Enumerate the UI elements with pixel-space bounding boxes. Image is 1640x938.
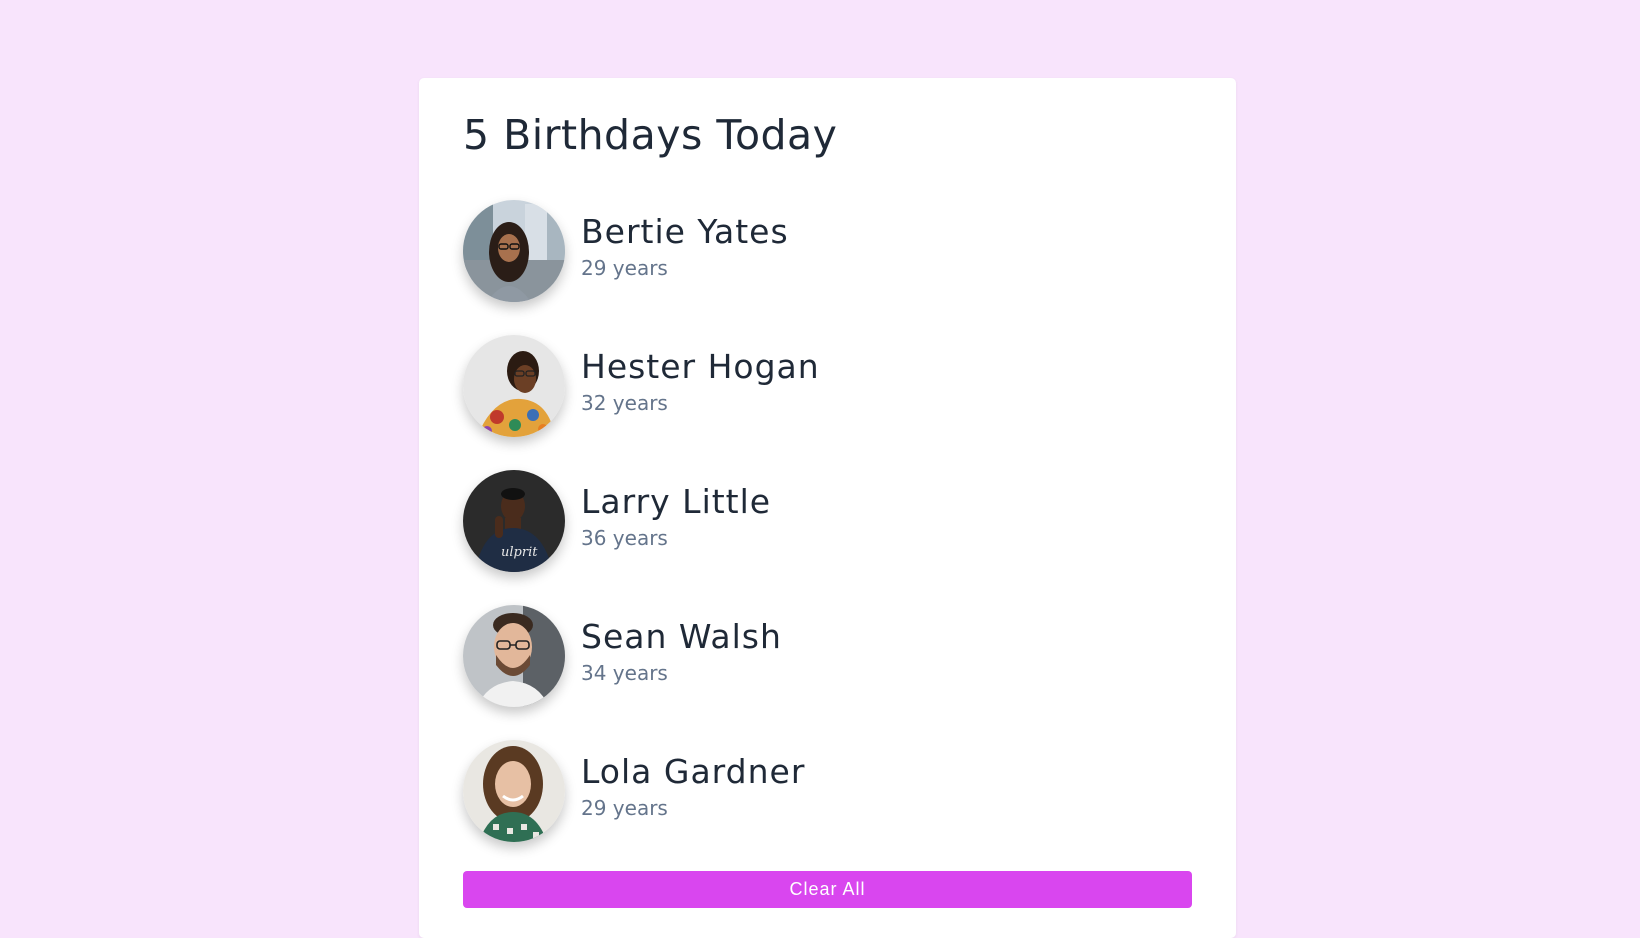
person-info: Lola Gardner 29 years (581, 752, 805, 822)
list-item: Hester Hogan 32 years (463, 335, 1192, 437)
birthday-card: 5 Birthdays Today Bertie Yates 29 years … (419, 78, 1236, 938)
person-age: 36 years (581, 526, 668, 550)
avatar-photo-icon (463, 200, 565, 302)
person-info: Larry Little 36 years (581, 482, 771, 552)
avatar-photo-icon (463, 740, 565, 842)
person-age: 34 years (581, 661, 668, 685)
person-name: Larry Little (581, 482, 772, 521)
avatar (463, 605, 565, 707)
avatar (463, 200, 565, 302)
list-item: Lola Gardner 29 years (463, 740, 1192, 842)
person-name: Bertie Yates (581, 212, 789, 251)
avatar (463, 740, 565, 842)
page-title: 5 Birthdays Today (463, 111, 838, 159)
person-name: Sean Walsh (581, 617, 782, 656)
person-age: 29 years (581, 796, 668, 820)
avatar-photo-icon (463, 605, 565, 707)
clear-all-button[interactable]: Clear All (463, 871, 1192, 908)
avatar (463, 335, 565, 437)
person-age: 32 years (581, 391, 668, 415)
list-item: Bertie Yates 29 years (463, 200, 1192, 302)
list-item: ulprit Larry Little 36 years (463, 470, 1192, 572)
person-info: Bertie Yates 29 years (581, 212, 789, 282)
avatar-photo-icon: ulprit (463, 470, 565, 572)
person-info: Hester Hogan 32 years (581, 347, 820, 417)
person-info: Sean Walsh 34 years (581, 617, 782, 687)
avatar: ulprit (463, 470, 565, 572)
people-list: Bertie Yates 29 years Hester Hogan 32 ye… (463, 200, 1192, 842)
list-item: Sean Walsh 34 years (463, 605, 1192, 707)
avatar-photo-icon (463, 335, 565, 437)
person-age: 29 years (581, 256, 668, 280)
svg-text:ulprit: ulprit (501, 545, 538, 560)
person-name: Hester Hogan (581, 347, 820, 386)
person-name: Lola Gardner (581, 752, 806, 791)
